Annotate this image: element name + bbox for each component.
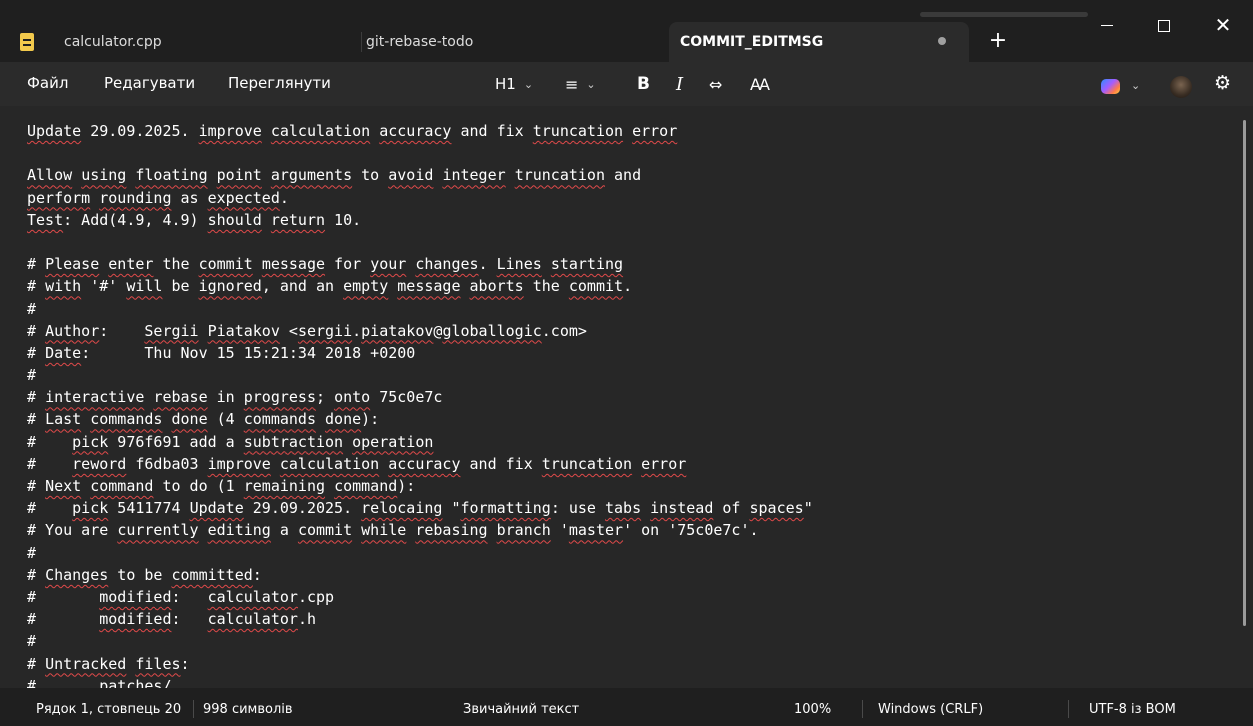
text-content[interactable]: Update 29.09.2025. improve calculation a… (27, 120, 1227, 688)
line-ending[interactable]: Windows (CRLF) (878, 702, 983, 717)
status-bar: Рядок 1, стовпець 20 998 символів Звичай… (0, 688, 1253, 726)
minimize-button[interactable] (1087, 10, 1127, 40)
spellcheck-button[interactable]: Ꜳ (750, 70, 770, 98)
link-button[interactable]: ⇔ (709, 70, 722, 98)
settings-gear-icon[interactable]: ⚙ (1214, 72, 1231, 94)
editor-line[interactable]: # reword f6dba03 improve calculation acc… (27, 453, 1227, 475)
editor-line[interactable]: # Please enter the commit message for yo… (27, 253, 1227, 275)
maximize-button[interactable] (1144, 10, 1184, 40)
menu-file[interactable]: Файл (27, 74, 68, 92)
tab-label: calculator.cpp (64, 34, 162, 50)
drag-region (920, 12, 1088, 17)
character-count: 998 символів (203, 702, 293, 717)
editor-line[interactable]: # Untracked files: (27, 653, 1227, 675)
chevron-down-icon: ⌄ (586, 77, 596, 91)
editor-line[interactable]: # patches/ (27, 675, 1227, 688)
editor-line[interactable] (27, 142, 1227, 164)
tab-git-rebase-todo[interactable]: git-rebase-todo (366, 22, 666, 62)
editor-line[interactable]: # Changes to be committed: (27, 564, 1227, 586)
editor-line[interactable]: perform rounding as expected. (27, 187, 1227, 209)
zoom-level[interactable]: 100% (794, 702, 831, 717)
tab-calculator-cpp[interactable]: calculator.cpp (14, 22, 354, 62)
tab-label: COMMIT_EDITMSG (680, 34, 824, 50)
status-divider (862, 700, 863, 718)
tab-commit-editmsg[interactable]: COMMIT_EDITMSG (669, 22, 969, 62)
heading-dropdown[interactable]: H1 ⌄ (495, 70, 533, 98)
editor-line[interactable]: # modified: calculator.cpp (27, 586, 1227, 608)
close-icon: ✕ (1214, 13, 1232, 37)
editor-line[interactable]: Update 29.09.2025. improve calculation a… (27, 120, 1227, 142)
editor-line[interactable]: # (27, 630, 1227, 652)
notepad-file-icon (20, 33, 34, 51)
editor-line[interactable]: # pick 5411774 Update 29.09.2025. reloca… (27, 497, 1227, 519)
editor-line[interactable]: Allow using floating point arguments to … (27, 164, 1227, 186)
encoding[interactable]: UTF-8 із BOM (1089, 702, 1176, 717)
close-button[interactable]: ✕ (1203, 10, 1243, 40)
avatar[interactable] (1170, 76, 1192, 98)
editor-line[interactable]: # (27, 542, 1227, 564)
status-divider (193, 700, 194, 718)
editor-line[interactable]: # modified: calculator.h (27, 608, 1227, 630)
tab-divider (361, 32, 362, 52)
text-format[interactable]: Звичайний текст (463, 702, 579, 717)
menu-edit[interactable]: Редагувати (104, 74, 195, 92)
editor-line[interactable]: # You are currently editing a commit whi… (27, 519, 1227, 541)
spellcheck-icon: Ꜳ (750, 74, 770, 94)
title-bar: calculator.cpp git-rebase-todo COMMIT_ED… (0, 0, 1253, 62)
minimize-icon (1101, 25, 1113, 26)
list-dropdown[interactable]: ≡ ⌄ (565, 70, 596, 98)
editor-line[interactable]: # interactive rebase in progress; onto 7… (27, 386, 1227, 408)
maximize-icon (1158, 19, 1170, 32)
list-icon: ≡ (565, 74, 579, 94)
editor-area[interactable]: Update 29.09.2025. improve calculation a… (0, 106, 1253, 688)
editor-line[interactable]: # (27, 364, 1227, 386)
copilot-icon[interactable] (1101, 79, 1120, 94)
bold-button[interactable]: B (637, 70, 650, 98)
editor-line[interactable]: # with '#' will be ignored, and an empty… (27, 275, 1227, 297)
chevron-down-icon: ⌄ (523, 77, 534, 91)
unsaved-dot-icon[interactable] (938, 37, 946, 45)
heading-label: H1 (495, 75, 516, 93)
editor-line[interactable]: # Author: Sergii Piatakov <sergii.piatak… (27, 320, 1227, 342)
tab-label: git-rebase-todo (366, 34, 474, 50)
editor-line[interactable]: # Date: Thu Nov 15 15:21:34 2018 +0200 (27, 342, 1227, 364)
editor-line[interactable]: # (27, 298, 1227, 320)
link-icon: ⇔ (709, 74, 723, 94)
status-divider (1068, 700, 1069, 718)
menu-view[interactable]: Переглянути (228, 74, 331, 92)
editor-line[interactable]: Test: Add(4.9, 4.9) should return 10. (27, 209, 1227, 231)
editor-line[interactable]: # pick 976f691 add a subtraction operati… (27, 431, 1227, 453)
italic-button[interactable]: I (676, 70, 683, 98)
editor-line[interactable]: # Last commands done (4 commands done): (27, 408, 1227, 430)
editor-line[interactable]: # Next command to do (1 remaining comman… (27, 475, 1227, 497)
new-tab-button[interactable]: + (985, 28, 1011, 54)
vertical-scrollbar[interactable] (1243, 120, 1246, 626)
chevron-down-icon[interactable]: ⌄ (1131, 79, 1140, 92)
menu-bar: Файл Редагувати Переглянути H1 ⌄ ≡ ⌄ B I… (0, 62, 1253, 106)
editor-line[interactable] (27, 231, 1227, 253)
cursor-position: Рядок 1, стовпець 20 (36, 702, 182, 717)
